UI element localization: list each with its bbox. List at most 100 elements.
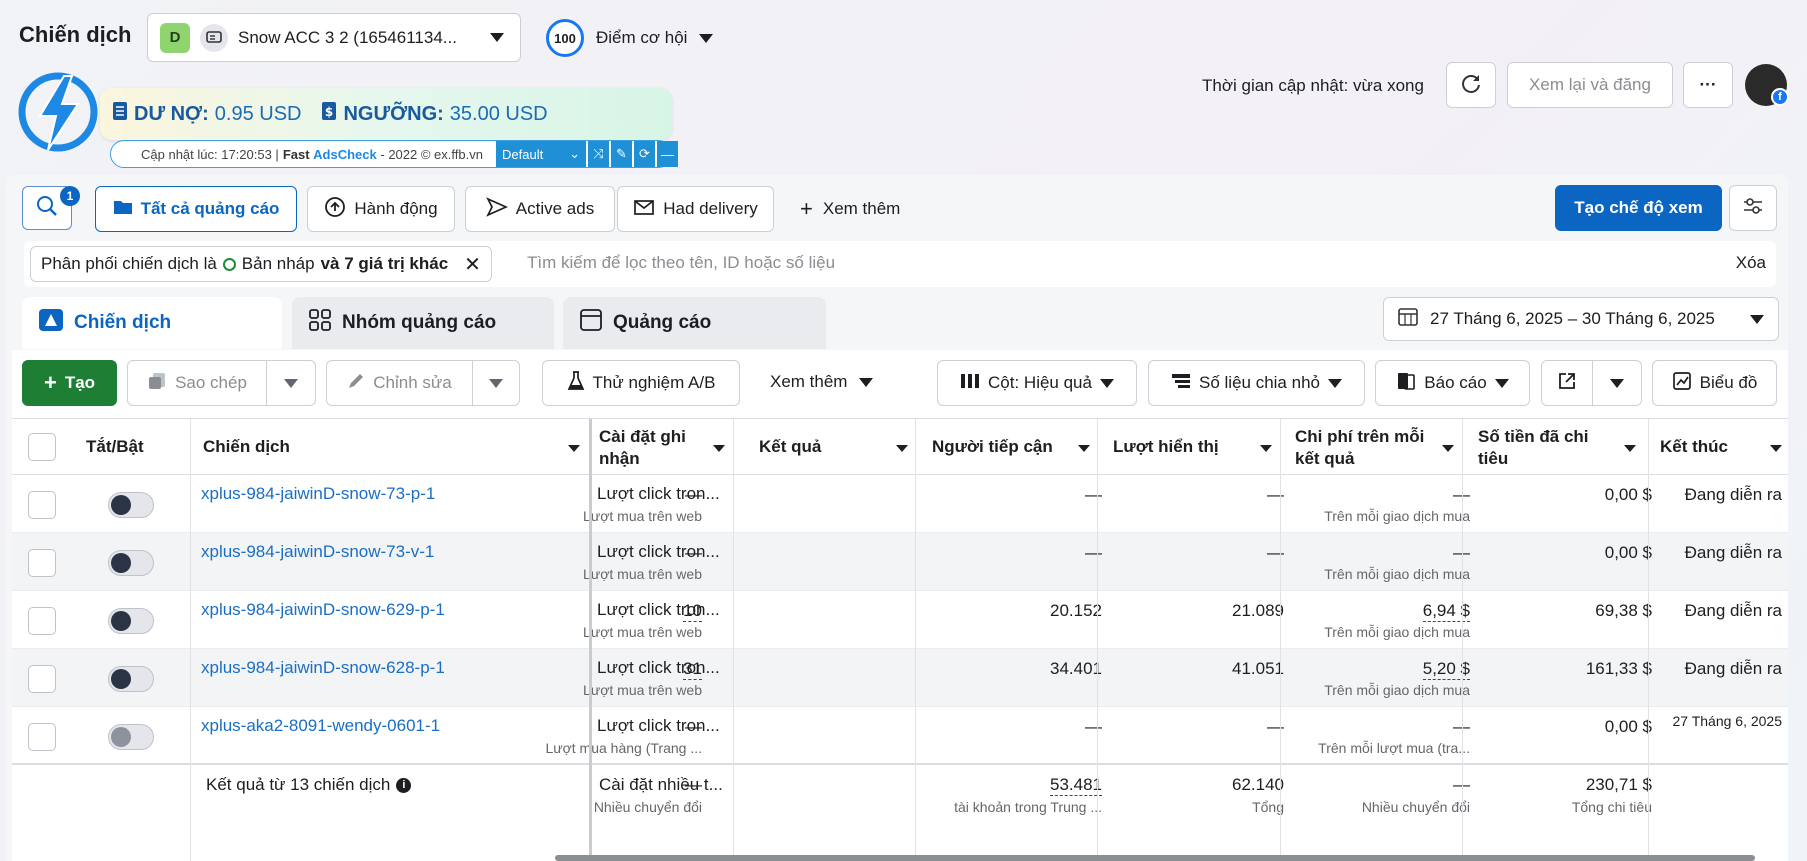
tab-campaigns[interactable]: Chiến dịch [22, 297, 282, 349]
clear-filters-link[interactable]: Xóa [1736, 253, 1766, 273]
preset-select[interactable]: Default ⌄ [496, 141, 586, 167]
date-range-picker[interactable]: 27 Tháng 6, 2025 – 30 Tháng 6, 2025 [1383, 297, 1779, 341]
campaign-toggle[interactable] [108, 492, 154, 518]
cpr-type: Trên mỗi giao dịch mua [1324, 682, 1470, 698]
header-reach[interactable]: Người tiếp cận [932, 436, 1053, 458]
filter-search-bar[interactable]: Phân phối chiến dịch là Bản nháp và 7 gi… [24, 241, 1776, 287]
campaign-name-link[interactable]: xplus-984-jaiwinD-snow-628-p-1 [201, 658, 445, 678]
column-divider [1648, 419, 1649, 861]
active-ads-button[interactable]: Active ads [465, 186, 615, 232]
settings-sliders-button[interactable] [1729, 185, 1777, 231]
sort-caret-icon[interactable] [896, 445, 908, 452]
totals-cpr-sub: Nhiều chuyển đổi [1361, 799, 1470, 815]
duplicate-menu-button[interactable] [266, 360, 316, 406]
horizontal-scrollbar[interactable] [555, 855, 1755, 861]
table-row[interactable]: xplus-984-jaiwinD-snow-73-v-1 Lượt click… [12, 533, 1788, 591]
campaign-name-link[interactable]: xplus-aka2-8091-wendy-0601-1 [201, 716, 440, 736]
create-view-button[interactable]: Tạo chế độ xem [1555, 185, 1722, 231]
campaign-name-link[interactable]: xplus-984-jaiwinD-snow-629-p-1 [201, 600, 445, 620]
account-selector[interactable]: D Snow ACC 3 2 (165461134... [147, 13, 521, 62]
chevron-down-icon [490, 29, 504, 46]
results-type: Lượt mua trên web [583, 566, 702, 582]
had-delivery-button[interactable]: Had delivery [617, 186, 774, 232]
refresh-button[interactable] [1446, 62, 1496, 108]
opportunity-score[interactable]: 100 Điểm cơ hội [546, 19, 714, 57]
columns-button[interactable]: Cột: Hiệu quả [937, 360, 1137, 406]
campaign-toggle[interactable] [108, 724, 154, 750]
minimize-icon[interactable]: — [657, 141, 678, 167]
table-row[interactable]: xplus-984-jaiwinD-snow-628-p-1 Lượt clic… [12, 649, 1788, 707]
header-campaign[interactable]: Chiến dịch [203, 436, 290, 458]
dollar-file-icon: $ [321, 101, 337, 127]
header-toggle[interactable]: Tắt/Bật [86, 436, 144, 458]
campaign-toggle[interactable] [108, 608, 154, 634]
impressions-value: — [1267, 543, 1284, 562]
sort-caret-icon[interactable] [1442, 445, 1454, 452]
row-checkbox[interactable] [28, 491, 56, 519]
campaign-name-link[interactable]: xplus-984-jaiwinD-snow-73-v-1 [201, 542, 434, 562]
refresh-icon [1460, 72, 1482, 99]
info-icon[interactable]: i [396, 777, 412, 793]
edit-menu-button[interactable] [472, 360, 520, 406]
duplicate-button[interactable]: Sao chép [127, 360, 267, 406]
see-more-filters[interactable]: + Xem thêm [800, 196, 900, 222]
report-book-icon [1396, 371, 1416, 396]
header-amount-spent[interactable]: Số tiền đã chi tiêu [1478, 426, 1608, 470]
sort-caret-icon[interactable] [1770, 445, 1782, 452]
row-checkbox[interactable] [28, 723, 56, 751]
campaign-name-link[interactable]: xplus-984-jaiwinD-snow-73-p-1 [201, 484, 435, 504]
row-checkbox[interactable] [28, 549, 56, 577]
edit-button[interactable]: Chỉnh sửa [326, 360, 473, 406]
toolbar-see-more[interactable]: Xem thêm [770, 372, 874, 392]
tab-ad-sets[interactable]: Nhóm quảng cáo [292, 297, 554, 349]
export-menu-button[interactable] [1592, 360, 1642, 406]
more-options-button[interactable]: ··· [1683, 62, 1733, 108]
totals-reach[interactable]: 53.481 [1050, 775, 1102, 796]
sort-caret-icon[interactable] [1624, 445, 1636, 452]
sort-caret-icon[interactable] [713, 445, 725, 452]
reports-button[interactable]: Báo cáo [1375, 360, 1530, 406]
actions-button[interactable]: Hành động [307, 186, 455, 232]
create-button[interactable]: + Tạo [22, 360, 117, 406]
review-publish-button[interactable]: Xem lại và đăng [1507, 62, 1673, 108]
sort-caret-icon[interactable] [1260, 445, 1272, 452]
results-value[interactable]: 10 [683, 601, 702, 622]
column-divider [915, 419, 916, 861]
ends-value: Đang diễn ra [1684, 659, 1782, 678]
breakdown-button[interactable]: Số liệu chia nhỏ [1148, 360, 1365, 406]
adscheck-balance-card: DƯ NỢ: 0.95 USD $ NGƯỠNG: 35.00 USD [100, 88, 672, 140]
header-ends[interactable]: Kết thúc [1660, 436, 1728, 458]
charts-button[interactable]: Biểu đồ [1652, 360, 1777, 406]
close-icon[interactable]: ✕ [464, 252, 481, 277]
sort-caret-icon[interactable] [568, 445, 580, 452]
header-impressions[interactable]: Lượt hiển thị [1113, 436, 1219, 458]
header-results[interactable]: Kết quả [759, 436, 821, 458]
shuffle-icon[interactable]: ⤨ [588, 141, 609, 167]
header-cost-per-result[interactable]: Chi phí trên mỗi kết quả [1295, 426, 1445, 470]
results-value[interactable]: 31 [683, 659, 702, 680]
row-checkbox[interactable] [28, 665, 56, 693]
header-attribution[interactable]: Cài đặt ghi nhận [599, 426, 709, 470]
filter-search-input[interactable]: Tìm kiếm để lọc theo tên, ID hoặc số liệ… [527, 253, 835, 273]
table-row[interactable]: xplus-984-jaiwinD-snow-73-p-1 Lượt click… [12, 475, 1788, 533]
sort-caret-icon[interactable] [1078, 445, 1090, 452]
frozen-column-divider[interactable] [589, 419, 592, 861]
reach-value: 20.152 [1050, 601, 1102, 620]
ab-test-button[interactable]: Thử nghiệm A/B [542, 360, 740, 406]
all-ads-button[interactable]: Tất cả quảng cáo [95, 186, 297, 232]
threshold-label: NGƯỠNG: [343, 102, 444, 125]
tab-ads[interactable]: Quảng cáo [563, 297, 826, 349]
row-checkbox[interactable] [28, 607, 56, 635]
sync-icon[interactable]: ⟳ [634, 141, 655, 167]
campaign-toggle[interactable] [108, 550, 154, 576]
table-row[interactable]: xplus-aka2-8091-wendy-0601-1 Lượt click … [12, 707, 1788, 765]
actions-label: Hành động [354, 199, 438, 218]
filter-chip[interactable]: Phân phối chiến dịch là Bản nháp và 7 gi… [30, 246, 492, 282]
debt-label: DƯ NỢ: [134, 102, 209, 125]
avatar[interactable]: f [1745, 64, 1789, 106]
export-button[interactable] [1541, 360, 1593, 406]
select-all-checkbox[interactable] [28, 433, 56, 461]
table-row[interactable]: xplus-984-jaiwinD-snow-629-p-1 Lượt clic… [12, 591, 1788, 649]
edit-icon[interactable]: ✎ [611, 141, 632, 167]
campaign-toggle[interactable] [108, 666, 154, 692]
